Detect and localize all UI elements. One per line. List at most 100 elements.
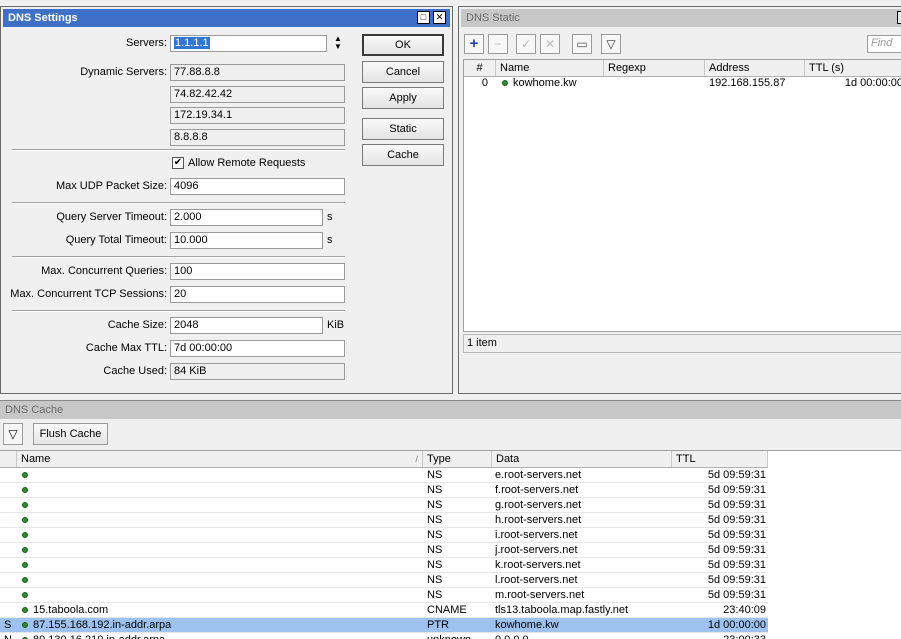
column-header-data[interactable]: Data [492,451,672,467]
table-row[interactable]: NS f.root-servers.net 5d 09:59:31 [0,483,768,498]
cache-used-label: Cache Used: [103,365,167,377]
filter-icon[interactable]: ▽ [601,34,621,54]
row-flag-text: S [4,619,12,631]
column-header-type[interactable]: Type [423,451,492,467]
add-icon[interactable]: + [464,34,484,54]
row-type-text: NS [427,484,443,496]
row-name [22,528,422,543]
max-udp-input[interactable]: 4096 [170,178,345,195]
comment-icon[interactable]: ▭ [572,34,592,54]
row-ttl-text: 5d 09:59:31 [707,574,766,586]
row-ttl-text: 5d 09:59:31 [707,514,766,526]
remove-icon[interactable]: − [488,34,508,54]
table-row[interactable]: NS j.root-servers.net 5d 09:59:31 [0,543,768,558]
table-row[interactable]: NS l.root-servers.net 5d 09:59:31 [0,573,768,588]
row-name: 87.155.168.192.in-addr.arpa [22,618,422,633]
row-data: h.root-servers.net [495,513,671,528]
row-type: NS [427,588,491,603]
divider [12,149,345,151]
column-header-flags[interactable] [0,451,17,467]
enabled-dot-icon [22,472,28,479]
close-icon[interactable]: ✕ [433,11,446,24]
unit-seconds: s [327,234,333,246]
enabled-dot-icon [22,532,28,539]
ok-button[interactable]: OK [362,34,444,56]
column-header-name[interactable]: Name / [17,451,423,467]
disable-icon[interactable]: ✕ [540,34,560,54]
static-table-header: # Name Regexp Address TTL (s) [464,60,901,77]
row-type: NS [427,558,491,573]
dns-settings-titlebar[interactable]: DNS Settings □ ✕ [3,9,450,27]
row-data-text: k.root-servers.net [495,559,581,571]
row-flag: S [4,618,17,633]
static-button[interactable]: Static [362,118,444,140]
column-header-name[interactable]: Name [496,60,604,76]
find-input[interactable]: Find [867,35,901,53]
allow-remote-checkbox[interactable]: ✔ [172,157,184,169]
cache-button[interactable]: Cache [362,144,444,166]
filter-icon[interactable]: ▽ [3,423,23,445]
table-row[interactable]: 15.taboola.com CNAME tls13.taboola.map.fas… [0,603,768,618]
enabled-dot-icon [22,487,28,494]
table-row[interactable]: NS g.root-servers.net 5d 09:59:31 [0,498,768,513]
dns-static-titlebar[interactable]: DNS Static [461,9,901,27]
table-row[interactable]: N 80.130.16.210.in-addr.arpa unknown 0.0.0.… [0,633,768,639]
dynamic-servers-label: Dynamic Servers: [80,66,167,78]
restore-icon[interactable]: □ [417,11,430,24]
table-row[interactable]: NS e.root-servers.net 5d 09:59:31 [0,468,768,483]
row-data-text: h.root-servers.net [495,514,582,526]
row-name [22,543,422,558]
row-name [22,468,422,483]
server-order-arrows-icon[interactable]: ▲ ▼ [332,35,344,52]
row-flag [4,483,17,498]
max-concurrent-queries-label: Max. Concurrent Queries: [41,265,167,277]
column-header-regexp[interactable]: Regexp [604,60,705,76]
table-row[interactable]: S 87.155.168.192.in-addr.arpa PTR kowhome.k… [0,618,768,633]
table-row[interactable]: NS i.root-servers.net 5d 09:59:31 [0,528,768,543]
row-ttl: 5d 09:59:31 [672,498,766,513]
column-header-address[interactable]: Address [705,60,805,76]
row-flag [4,498,17,513]
column-header-ttl[interactable]: TTL (s) [805,60,901,76]
column-header-name-text: Name [21,453,51,465]
table-row[interactable]: NS k.root-servers.net 5d 09:59:31 [0,558,768,573]
table-row[interactable]: NS m.root-servers.net 5d 09:59:31 [0,588,768,603]
row-type-text: NS [427,469,443,481]
divider [12,256,345,258]
row-type-text: NS [427,559,443,571]
cache-max-ttl-label: Cache Max TTL: [85,342,167,354]
dns-cache-titlebar[interactable]: DNS Cache [0,401,901,419]
query-total-timeout-input[interactable]: 10.000 [170,232,323,249]
dns-static-window: DNS Static + − ✓ ✕ ▭ ▽ Find # Name Regex… [458,6,901,394]
restore-icon[interactable] [897,11,901,24]
enabled-dot-icon [502,80,508,87]
cache-size-input[interactable]: 2048 [170,317,323,334]
enable-icon[interactable]: ✓ [516,34,536,54]
cancel-button[interactable]: Cancel [362,61,444,83]
enabled-dot-icon [22,547,28,554]
flush-cache-button[interactable]: Flush Cache [33,423,108,445]
row-type: NS [427,468,491,483]
column-header-index[interactable]: # [464,60,496,76]
table-row[interactable]: 0 kowhome.kw 192.168.155.87 1d 00:00:00 [464,76,901,91]
max-tcp-sessions-input[interactable]: 20 [170,286,345,303]
table-row[interactable]: NS h.root-servers.net 5d 09:59:31 [0,513,768,528]
cache-max-ttl-input[interactable]: 7d 00:00:00 [170,340,345,357]
servers-value: 1.1.1.1 [174,37,210,49]
apply-button[interactable]: Apply [362,87,444,109]
row-ttl-text: 23:40:09 [723,604,766,616]
column-header-ttl[interactable]: TTL [672,451,768,467]
row-data-text: f.root-servers.net [495,484,579,496]
row-type: NS [427,573,491,588]
servers-input[interactable]: 1.1.1.1 [170,35,327,52]
enabled-dot-icon [22,607,28,614]
row-data-text: i.root-servers.net [495,529,578,541]
row-data: l.root-servers.net [495,573,671,588]
row-ttl: 5d 09:59:31 [672,588,766,603]
max-concurrent-queries-input[interactable]: 100 [170,263,345,280]
row-name: 15.taboola.com [22,603,422,618]
dynamic-server-3: 172.19.34.1 [170,107,345,124]
query-server-timeout-input[interactable]: 2.000 [170,209,323,226]
row-type-text: NS [427,514,443,526]
row-name-text: 15.taboola.com [33,604,109,616]
